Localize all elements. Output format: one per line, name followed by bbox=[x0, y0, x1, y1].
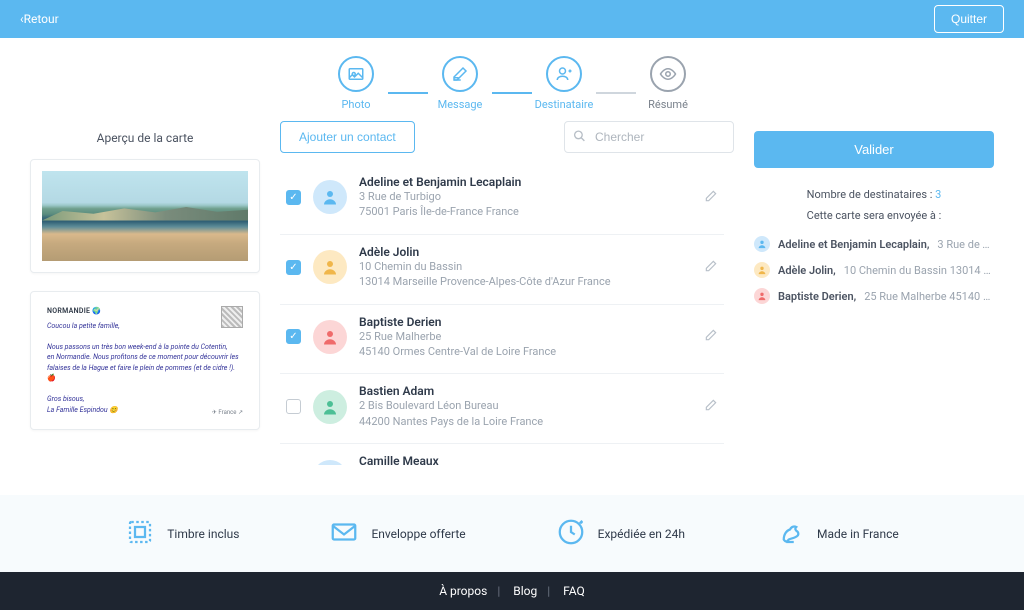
recipient-item: Baptiste Derien, 25 Rue Malherbe 45140 O… bbox=[754, 288, 994, 304]
contact-address: 2 Bis Boulevard Léon Bureau44200 Nantes … bbox=[359, 398, 692, 429]
benefit-24h: Expédiée en 24h bbox=[556, 517, 685, 550]
card-front-preview[interactable] bbox=[30, 159, 260, 273]
contact-row[interactable]: Bastien Adam 2 Bis Boulevard Léon Bureau… bbox=[280, 374, 724, 444]
contact-list: ✓ Adeline et Benjamin Lecaplain 3 Rue de… bbox=[280, 165, 734, 465]
step-summary[interactable]: Résumé bbox=[636, 56, 700, 111]
contact-checkbox[interactable]: ✓ bbox=[286, 190, 301, 205]
recipient-addr: 10 Chemin du Bassin 13014 Mar... bbox=[844, 264, 994, 277]
footer-faq-link[interactable]: FAQ bbox=[563, 584, 585, 598]
recipient-addr: 25 Rue Malherbe 45140 Or... bbox=[864, 290, 994, 303]
top-bar: ‹Retour Quitter bbox=[0, 0, 1024, 38]
rooster-icon bbox=[775, 517, 805, 550]
contact-checkbox[interactable]: ✓ bbox=[286, 329, 301, 344]
contact-address: 25 Rue Malherbe45140 Ormes Centre-Val de… bbox=[359, 329, 692, 360]
benefits-bar: Timbre inclus Enveloppe offerte Expédiée… bbox=[0, 495, 1024, 572]
contact-address: 10 Chemin du Bassin13014 Marseille Prove… bbox=[359, 259, 692, 290]
add-contact-button[interactable]: Ajouter un contact bbox=[280, 121, 415, 153]
benefit-stamp: Timbre inclus bbox=[125, 517, 239, 550]
recipient-count: Nombre de destinataires : 3 bbox=[754, 188, 994, 201]
recipient-item: Adeline et Benjamin Lecaplain, 3 Rue de … bbox=[754, 236, 994, 252]
benefit-france: Made in France bbox=[775, 517, 899, 550]
contact-address: 3 Rue de Turbigo75001 Paris Île-de-Franc… bbox=[359, 189, 692, 220]
footer-about-link[interactable]: À propos bbox=[439, 584, 487, 598]
recipient-item: Adèle Jolin, 10 Chemin du Bassin 13014 M… bbox=[754, 262, 994, 278]
edit-icon[interactable] bbox=[704, 258, 718, 277]
summary-panel: Valider Nombre de destinataires : 3 Cett… bbox=[754, 121, 994, 465]
recipient-list: Adeline et Benjamin Lecaplain, 3 Rue de … bbox=[754, 236, 994, 304]
contact-avatar bbox=[313, 250, 347, 284]
contact-row[interactable]: ✓ Baptiste Derien 25 Rue Malherbe45140 O… bbox=[280, 305, 724, 375]
contact-avatar bbox=[313, 460, 347, 465]
card-message: NORMANDIE 🌍 Coucou la petite famille, No… bbox=[37, 298, 253, 423]
card-back-preview[interactable]: NORMANDIE 🌍 Coucou la petite famille, No… bbox=[30, 291, 260, 430]
contact-row[interactable]: Camille Meaux 80 Avenue du Général de Ga… bbox=[280, 444, 724, 465]
step-message[interactable]: Message bbox=[428, 56, 492, 111]
search-input[interactable] bbox=[564, 121, 734, 153]
quit-button[interactable]: Quitter bbox=[934, 5, 1004, 33]
validate-button[interactable]: Valider bbox=[754, 131, 994, 168]
contact-row[interactable]: ✓ Adeline et Benjamin Lecaplain 3 Rue de… bbox=[280, 165, 724, 235]
card-photo bbox=[37, 166, 253, 266]
footer: À propos| Blog| FAQ bbox=[0, 572, 1024, 610]
person-add-icon bbox=[546, 56, 582, 92]
contact-name: Adeline et Benjamin Lecaplain bbox=[359, 175, 692, 189]
contact-checkbox[interactable]: ✓ bbox=[286, 260, 301, 275]
preview-panel: Aperçu de la carte NORMANDIE 🌍 Coucou la… bbox=[30, 121, 260, 465]
contact-name: Camille Meaux bbox=[359, 454, 692, 465]
recipient-avatar bbox=[754, 262, 770, 278]
contact-name: Bastien Adam bbox=[359, 384, 692, 398]
clock-icon bbox=[556, 517, 586, 550]
recipient-addr: 3 Rue de Tu... bbox=[937, 238, 994, 251]
stepper: Photo Message Destinataire Résumé bbox=[0, 38, 1024, 121]
step-photo[interactable]: Photo bbox=[324, 56, 388, 111]
stamp-icon bbox=[221, 306, 243, 328]
recipient-avatar bbox=[754, 288, 770, 304]
back-link[interactable]: ‹Retour bbox=[20, 12, 59, 26]
contacts-panel: Ajouter un contact ✓ Adeline et Benjamin… bbox=[280, 121, 734, 465]
contact-checkbox[interactable] bbox=[286, 399, 301, 414]
contact-name: Adèle Jolin bbox=[359, 245, 692, 259]
recipient-name: Baptiste Derien, bbox=[778, 290, 856, 303]
contact-avatar bbox=[313, 180, 347, 214]
eye-icon bbox=[650, 56, 686, 92]
recipient-name: Adeline et Benjamin Lecaplain, bbox=[778, 238, 929, 251]
envelope-icon bbox=[329, 517, 359, 550]
stamp-benefit-icon bbox=[125, 517, 155, 550]
edit-icon[interactable] bbox=[704, 188, 718, 207]
contact-row[interactable]: ✓ Adèle Jolin 10 Chemin du Bassin13014 M… bbox=[280, 235, 724, 305]
benefit-envelope: Enveloppe offerte bbox=[329, 517, 465, 550]
edit-icon[interactable] bbox=[704, 327, 718, 346]
search-icon bbox=[573, 128, 586, 147]
preview-title: Aperçu de la carte bbox=[30, 131, 260, 145]
contact-avatar bbox=[313, 390, 347, 424]
recipient-avatar bbox=[754, 236, 770, 252]
photo-icon bbox=[338, 56, 374, 92]
pen-icon bbox=[442, 56, 478, 92]
recipient-name: Adèle Jolin, bbox=[778, 264, 836, 277]
contact-name: Baptiste Derien bbox=[359, 315, 692, 329]
step-recipient[interactable]: Destinataire bbox=[532, 56, 596, 111]
edit-icon[interactable] bbox=[704, 397, 718, 416]
contact-avatar bbox=[313, 320, 347, 354]
footer-blog-link[interactable]: Blog bbox=[513, 584, 537, 598]
sent-to-label: Cette carte sera envoyée à : bbox=[754, 209, 994, 222]
